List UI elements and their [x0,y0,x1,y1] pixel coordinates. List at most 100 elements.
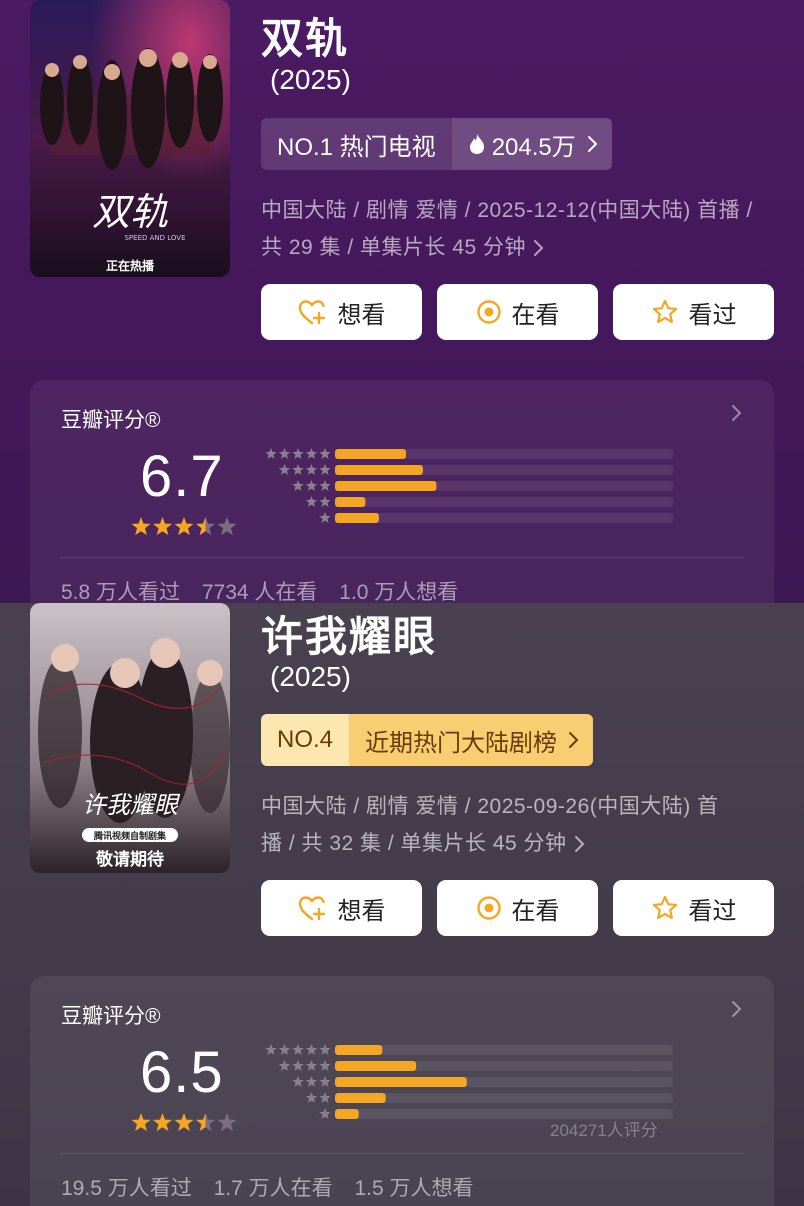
poster-image[interactable]: 许我耀眼 腾讯视频自制剧集 敬请期待 [30,603,230,873]
dist-row-star [292,448,304,459]
stat-watched: 19.5 万人看过 [61,1177,192,1200]
dist-bar-3-star [335,1077,467,1087]
dist-bar-5-star [335,449,406,459]
watched-label: 看过 [688,301,737,329]
divider [60,557,744,558]
dist-row-star [278,448,291,459]
dist-row-star [305,1076,318,1087]
target-circle-icon [476,300,501,324]
rating-star-4 [195,1113,216,1132]
meta-line-1: 中国大陆 / 剧情 爱情 / 2025-12-12(中国大陆) 首播 / [261,199,753,222]
dist-row-star [305,1044,318,1055]
want-label: 想看 [337,897,386,925]
dist-row-star [265,448,277,459]
want-to-watch-button[interactable]: 想看 [261,880,422,936]
star-icon [652,299,677,324]
rating-card[interactable]: 豆瓣评分® 6.5 204271人评分 19.5 万人看过 1.7 万人在看 1… [30,976,774,1206]
rating-star-5 [217,1113,237,1132]
rank-number: NO.4 [261,714,350,766]
stat-want: 1.5 万人想看 [354,1177,474,1200]
rating-stars [131,1113,237,1132]
rating-star-3 [174,1113,194,1132]
show-card-xuwoyaoyan: 许我耀眼 腾讯视频自制剧集 敬请期待 许我耀眼 (2025) NO.4 近期热门… [0,603,804,1206]
poster-title-art: 许我耀眼 [82,791,181,819]
dist-row-star [278,464,291,475]
rating-star-5 [217,517,237,536]
rank-badge[interactable]: NO.4 近期热门大陆剧榜 [261,714,594,766]
rating-label: 豆瓣评分® [61,1005,161,1028]
poster-title-art: 双轨 [92,190,168,234]
watching-label: 在看 [511,897,560,925]
rating-score: 6.7 [140,444,224,509]
dist-bar-2-star [335,1093,386,1103]
dist-row-star [319,448,331,459]
target-circle-icon [476,896,501,920]
dist-bar-1-star [335,1109,359,1119]
show-title: 双轨 [261,15,350,62]
dist-row-star [265,1044,277,1055]
dist-row-star [305,464,318,475]
rating-card[interactable]: 豆瓣评分® 6.7 5.8 万人看过 7734 人在看 1.0 万人想看 [30,380,774,603]
dist-row-star [278,1044,291,1055]
dist-bar-4-star [335,465,423,475]
meta-line-2: 共 29 集 / 单集片长 45 分钟 [261,236,527,259]
watching-button[interactable]: 在看 [437,880,598,936]
dist-track [335,1045,673,1055]
rating-stars [131,517,237,536]
meta-line-2: 播 / 共 32 集 / 单集片长 45 分钟 [261,832,567,855]
dist-row-star [319,1092,331,1103]
chevron-right-icon [574,835,584,852]
stat-watching: 7734 人在看 [201,581,318,603]
dist-bar-3-star [335,481,437,491]
dist-row-star [292,480,304,491]
dist-row-star [319,1108,331,1119]
show-meta[interactable]: 中国大陆 / 剧情 爱情 / 2025-12-12(中国大陆) 首播 / 共 2… [261,192,781,266]
flame-icon [469,134,484,154]
rating-count: 204271人评分 [550,1121,658,1140]
poster-badge: 腾讯视频自制剧集 [93,830,167,842]
dist-bar-2-star [335,497,366,507]
dist-row-star [319,464,331,475]
rank-badge[interactable]: NO.1 热门电视 204.5万 [261,118,612,170]
chevron-right-icon [587,136,598,152]
chevron-right-icon [534,239,544,256]
heat-value: 204.5万 [491,133,576,161]
dist-row-star [278,1060,291,1071]
divider [60,1153,744,1154]
dist-row-star [319,1044,331,1055]
poster-image[interactable]: 双轨 SPEED AND LOVE 正在热播 [30,0,230,277]
dist-track [335,513,673,523]
dist-track [335,1093,673,1103]
dist-row-star [292,1076,304,1087]
dist-row-star [305,1092,318,1103]
dist-row-star [292,1044,304,1055]
heat-box[interactable]: 204.5万 [451,118,612,170]
stat-want: 1.0 万人想看 [339,581,459,603]
rating-distribution [265,448,673,523]
rating-score: 6.5 [140,1040,224,1105]
heart-plus-icon [298,300,325,325]
dist-row-star [305,496,318,507]
stat-watched: 5.8 万人看过 [61,581,181,603]
stat-watching: 1.7 万人在看 [213,1177,333,1200]
audience-stats: 5.8 万人看过 7734 人在看 1.0 万人想看 [61,576,474,603]
watched-button[interactable]: 看过 [613,880,774,936]
rating-star-1 [131,517,151,536]
dist-row-star [319,1076,331,1087]
watching-label: 在看 [511,301,560,329]
watched-label: 看过 [688,897,737,925]
rating-star-2 [152,1113,173,1132]
rating-star-3 [174,517,194,536]
chevron-right-icon [732,405,742,421]
rating-star-1 [131,1113,151,1132]
watching-button[interactable]: 在看 [437,284,598,340]
dist-bar-5-star [335,1045,383,1055]
dist-row-star [319,512,331,523]
rating-label: 豆瓣评分® [61,409,161,432]
poster-subtitle: SPEED AND LOVE [124,234,185,242]
dist-row-star [305,1060,318,1071]
show-meta[interactable]: 中国大陆 / 剧情 爱情 / 2025-09-26(中国大陆) 首 播 / 共 … [261,788,781,862]
want-to-watch-button[interactable]: 想看 [261,284,422,340]
watched-button[interactable]: 看过 [613,284,774,340]
rank-list-box[interactable]: 近期热门大陆剧榜 [349,714,594,766]
